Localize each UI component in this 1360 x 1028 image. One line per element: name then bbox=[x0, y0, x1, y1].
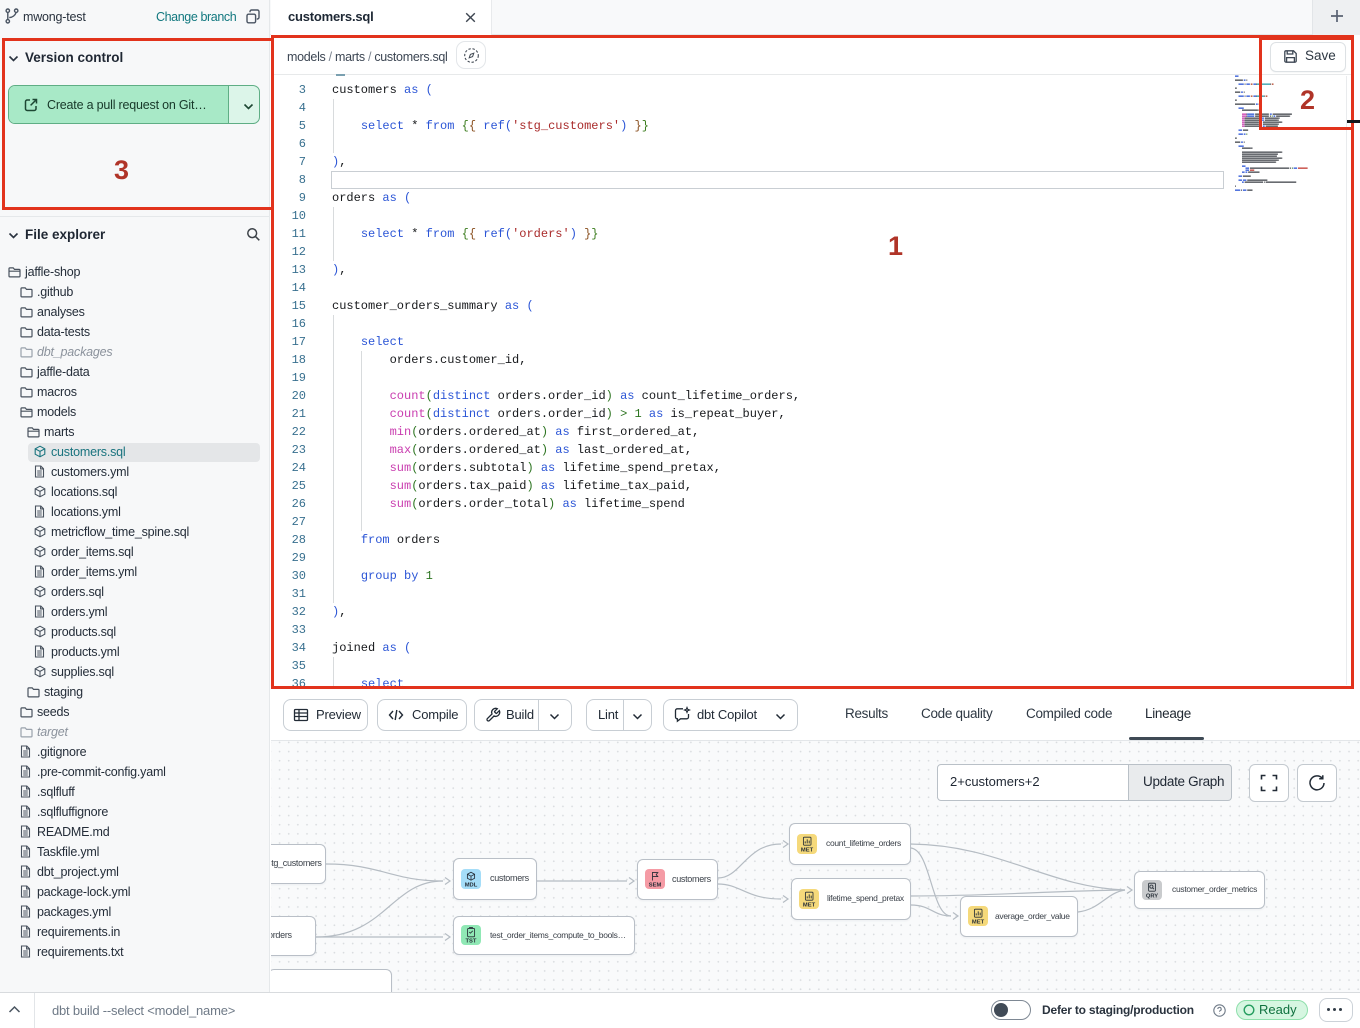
svg-text:MDL: MDL bbox=[465, 883, 478, 889]
svg-text:SEM: SEM bbox=[649, 883, 662, 889]
svg-text:MET: MET bbox=[801, 848, 814, 854]
svg-text:MET: MET bbox=[803, 903, 816, 909]
svg-text:MET: MET bbox=[972, 920, 985, 926]
svg-text:TST: TST bbox=[466, 939, 477, 945]
svg-text:QRY: QRY bbox=[1146, 894, 1158, 900]
